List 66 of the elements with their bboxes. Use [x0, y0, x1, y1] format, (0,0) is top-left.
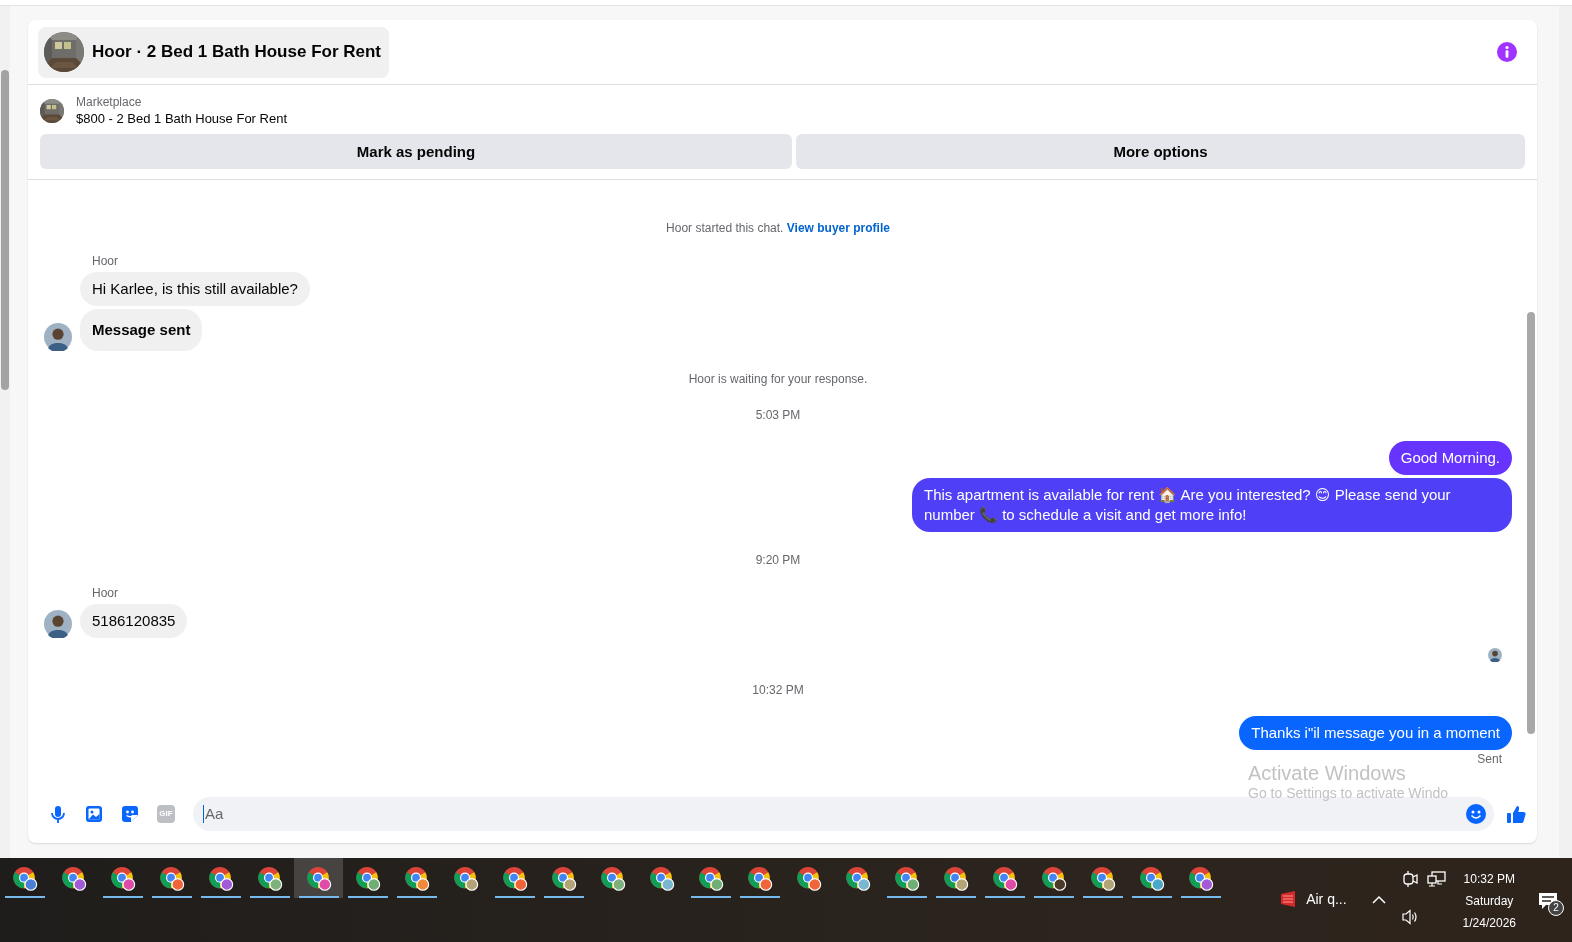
browser-icon[interactable]	[255, 866, 284, 892]
taskbar-app[interactable]	[294, 858, 343, 898]
message-bubble: Message sent	[80, 309, 203, 351]
timestamp: 5:03 PM	[755, 407, 801, 423]
browser-icon[interactable]	[1039, 866, 1068, 892]
listing-source: Marketplace	[76, 94, 143, 110]
message-bubble: This apartment is available for rent 🏠 Are you interested? 😊 Please send your number 📞 to schedule a visit and get more info!	[912, 478, 1512, 532]
activation-title: Activate Windows	[1248, 762, 1407, 785]
sender-name: Hoor	[92, 254, 119, 269]
browser-icon[interactable]	[1137, 866, 1166, 892]
sender-name: Hoor	[92, 586, 119, 601]
browser-icon[interactable]	[59, 866, 88, 892]
message-bubble: Good Morning.	[1388, 441, 1512, 475]
browser-icon[interactable]	[500, 866, 529, 892]
camera-icon[interactable]	[1400, 869, 1419, 889]
message-bubble: Hi Karlee, is this still available?	[80, 272, 310, 306]
system-notice: Hoor started this chat. View buyer profile	[666, 220, 890, 236]
browser-icon[interactable]	[647, 866, 676, 892]
system-notice: Hoor is waiting for your response.	[688, 371, 868, 387]
more-options-button[interactable]: More options	[796, 134, 1525, 169]
microphone-icon[interactable]	[48, 804, 68, 824]
browser-icon[interactable]	[1088, 866, 1117, 892]
browser-icon[interactable]	[549, 866, 578, 892]
browser-icon[interactable]	[892, 866, 921, 892]
avatar-icon	[44, 323, 72, 351]
image-icon[interactable]	[84, 804, 104, 824]
message-bubble: 5186120835	[80, 604, 188, 638]
browser-icon[interactable]	[206, 866, 235, 892]
delivery-status: Sent	[1477, 752, 1502, 766]
browser-icon[interactable]	[745, 866, 774, 892]
timestamp: 10:32 PM	[752, 682, 804, 698]
browser-icon[interactable]	[843, 866, 872, 892]
buyer-profile-link[interactable]: View buyer profile	[786, 221, 890, 235]
browser-icon[interactable]	[598, 866, 627, 892]
emoji-icon[interactable]	[1466, 804, 1486, 824]
scrollbar[interactable]	[0, 6, 10, 858]
timestamp: 9:20 PM	[755, 552, 801, 568]
browser-icon[interactable]	[304, 866, 333, 892]
avatar-icon	[44, 610, 72, 638]
volume-icon[interactable]	[1400, 907, 1419, 927]
browser-icon[interactable]	[10, 866, 39, 892]
browser-icon[interactable]	[1186, 866, 1215, 892]
clock[interactable]: 10:32 PM Saturday 1/24/2026	[1462, 868, 1516, 934]
network-icon[interactable]	[1426, 869, 1447, 889]
browser-icon[interactable]	[353, 866, 382, 892]
browser-icon[interactable]	[696, 866, 725, 892]
browser-icon[interactable]	[941, 866, 970, 892]
weather-widget[interactable]: Air q...	[1278, 889, 1347, 909]
conversation-title-chip[interactable]: Hoor · 2 Bed 1 Bath House For Rent	[38, 26, 390, 78]
mark-pending-button[interactable]: Mark as pending	[40, 134, 792, 169]
info-icon[interactable]	[1497, 42, 1517, 62]
sticker-icon[interactable]	[120, 804, 140, 824]
browser-icon[interactable]	[157, 866, 186, 892]
scrollbar[interactable]	[1559, 6, 1572, 858]
browser-icon[interactable]	[108, 866, 137, 892]
like-icon[interactable]	[1506, 803, 1527, 825]
browser-icon[interactable]	[990, 866, 1019, 892]
browser-icon[interactable]	[402, 866, 431, 892]
conversation-title: Hoor · 2 Bed 1 Bath House For Rent	[92, 42, 382, 62]
notification-count: 2	[1548, 900, 1564, 916]
chevron-up-icon[interactable]	[1370, 894, 1387, 906]
message-bubble: Thanks i"il message you in a moment	[1239, 716, 1512, 750]
browser-icon[interactable]	[451, 866, 480, 892]
listing-title: $800 - 2 Bed 1 Bath House For Rent	[76, 110, 287, 128]
read-receipt-avatar	[1488, 648, 1502, 662]
browser-icon[interactable]	[794, 866, 823, 892]
